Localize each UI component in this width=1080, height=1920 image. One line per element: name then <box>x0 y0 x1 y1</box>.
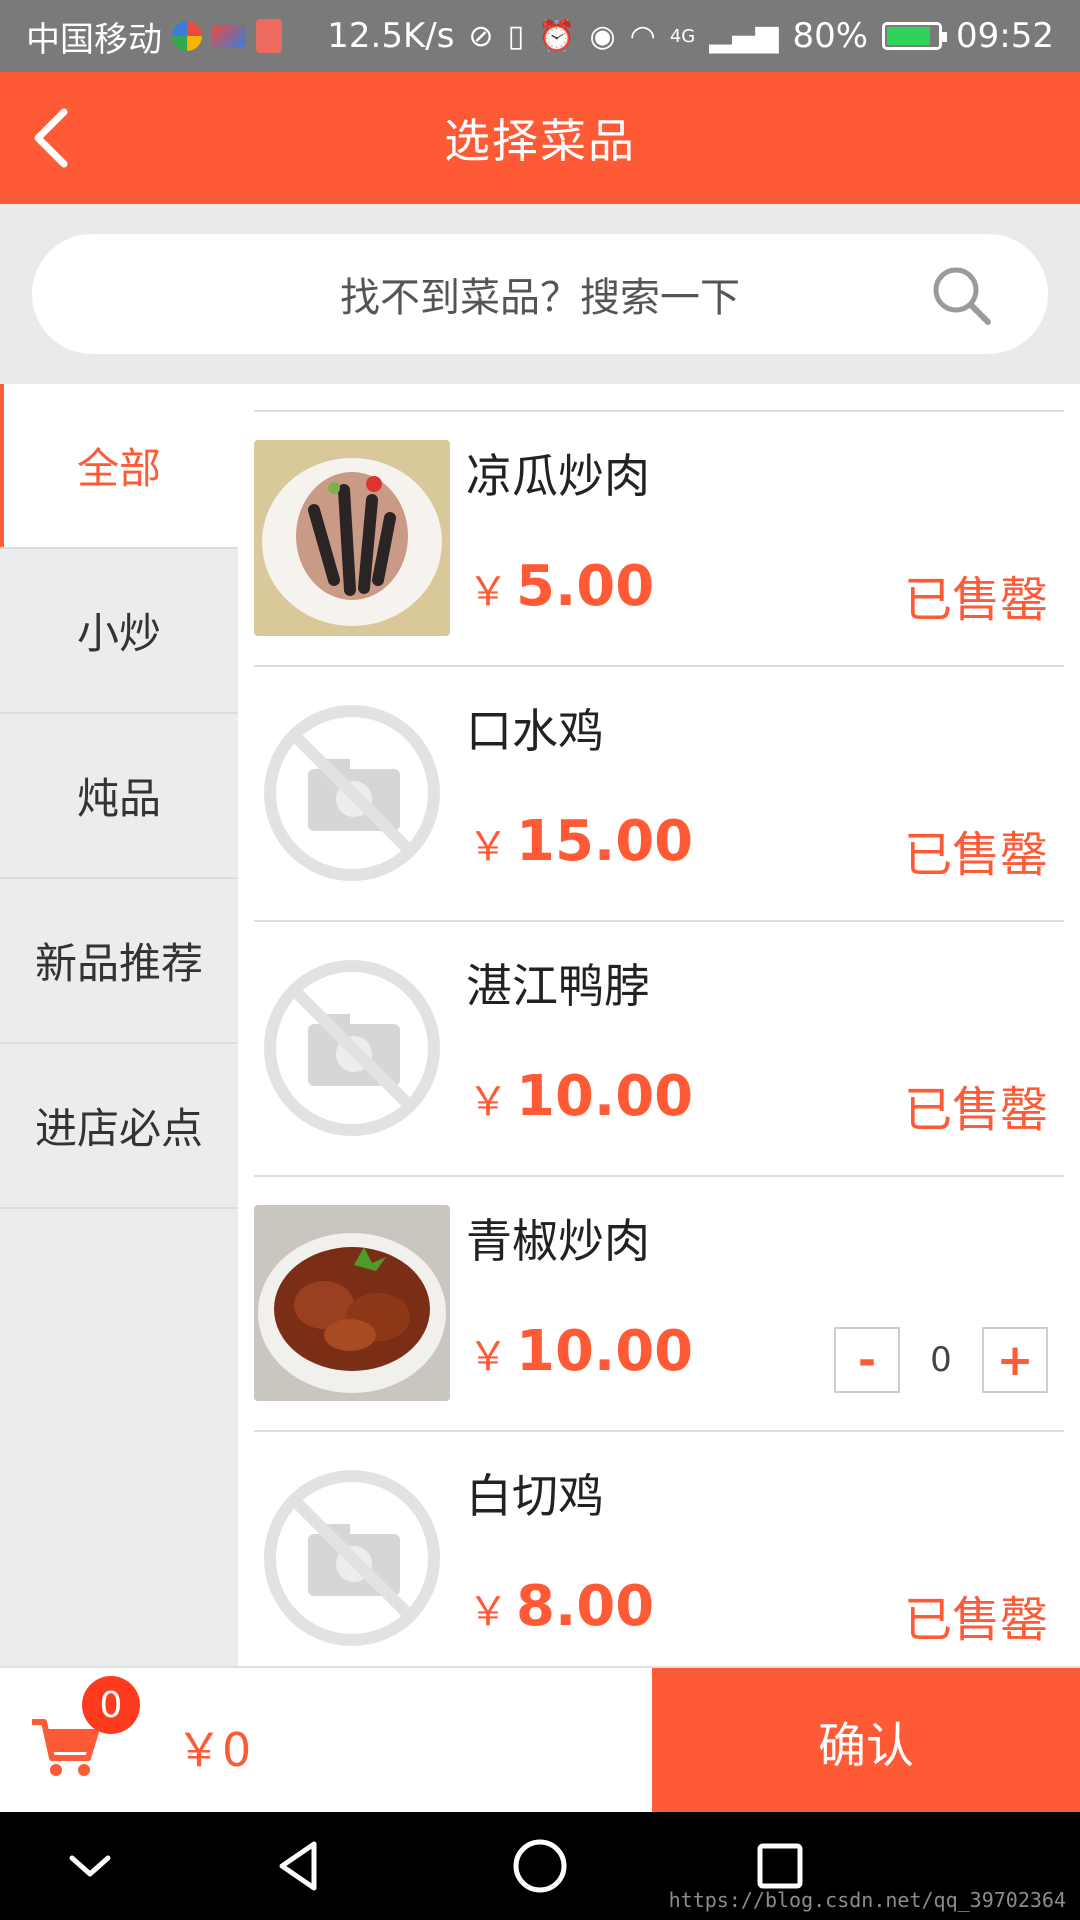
dish-price: ￥ 8.00 <box>468 1574 654 1639</box>
currency-symbol: ￥ <box>468 1589 508 1635</box>
dish-item[interactable]: 凉瓜炒肉 ￥ 5.00 已售罄 <box>254 412 1064 667</box>
dish-price: ￥ 15.00 <box>468 809 693 874</box>
dish-name: 凉瓜炒肉 <box>466 449 650 503</box>
dish-photo <box>254 440 450 636</box>
category-stew[interactable]: 炖品 <box>0 714 238 879</box>
chevron-left-icon <box>34 108 68 168</box>
net-speed: 12.5K/s <box>327 16 455 56</box>
search-placeholder: 找不到菜品？搜索一下 <box>340 275 740 321</box>
category-must-order[interactable]: 进店必点 <box>0 1044 238 1209</box>
dish-price: ￥ 10.00 <box>468 1319 693 1384</box>
price-amount: 10.00 <box>516 1064 694 1129</box>
quantity-value: 0 <box>930 1340 952 1380</box>
dish-photo <box>254 1205 450 1401</box>
chevron-down-icon[interactable] <box>58 1834 122 1898</box>
currency-symbol: ￥ <box>468 1334 508 1380</box>
battery-percent: 80% <box>792 16 869 56</box>
signal-icon: ▂▄▆ <box>709 18 779 54</box>
decrease-button[interactable]: - <box>834 1327 900 1393</box>
price-amount: 5.00 <box>516 554 655 619</box>
dish-name: 白切鸡 <box>466 1469 604 1523</box>
list-divider <box>254 384 1064 412</box>
watermark-text: https://blog.csdn.net/qq_39702364 <box>668 1888 1066 1912</box>
sold-out-label: 已售罄 <box>903 1592 1048 1648</box>
page-title: 选择菜品 <box>444 114 636 168</box>
price-amount: 15.00 <box>516 809 694 874</box>
dish-price: ￥ 10.00 <box>468 1064 693 1129</box>
currency-symbol: ￥ <box>468 1079 508 1125</box>
dish-price: ￥ 5.00 <box>468 554 654 619</box>
data-saver-icon: ⊘ <box>468 18 494 54</box>
currency-symbol: ￥ <box>468 824 508 870</box>
cart-total: ￥0 <box>176 1723 252 1777</box>
clock: 09:52 <box>956 16 1054 56</box>
carrier-label: 中国移动 <box>26 19 162 60</box>
app-notification-icon <box>256 19 282 53</box>
dish-name: 青椒炒肉 <box>466 1214 650 1268</box>
no-image-icon <box>254 1460 450 1656</box>
network-type: 4G <box>669 25 696 47</box>
category-label: 进店必点 <box>34 1104 203 1153</box>
home-circle-icon[interactable] <box>508 1834 572 1898</box>
cart-count-badge: 0 <box>82 1676 140 1734</box>
confirm-button[interactable]: 确认 <box>652 1668 1080 1814</box>
currency-symbol: ￥ <box>468 569 508 615</box>
price-amount: 8.00 <box>516 1574 655 1639</box>
back-triangle-icon[interactable] <box>268 1834 332 1898</box>
status-bar: 中国移动 12.5K/s ⊘ ▯ ⏰ ◉ ◠ 4G ▂▄▆ 80% 09:52 <box>0 0 1080 72</box>
category-new[interactable]: 新品推荐 <box>0 879 238 1044</box>
cart-bar: 0 ￥0 确认 <box>0 1666 1080 1814</box>
alarm-icon: ⏰ <box>538 18 576 54</box>
sold-out-label: 已售罄 <box>903 827 1048 883</box>
dish-name: 湛江鸭脖 <box>466 959 650 1013</box>
search-input[interactable]: 找不到菜品？搜索一下 <box>32 234 1048 354</box>
app-notification-icon <box>172 21 202 51</box>
dish-item[interactable]: 湛江鸭脖 ￥ 10.00 已售罄 <box>254 922 1064 1177</box>
no-image-icon <box>254 950 450 1146</box>
dish-item[interactable]: 青椒炒肉 ￥ 10.00 - 0 + <box>254 1177 1064 1432</box>
category-label: 小炒 <box>76 609 161 658</box>
sold-out-label: 已售罄 <box>903 572 1048 628</box>
title-bar: 选择菜品 <box>0 72 1080 204</box>
search-icon[interactable] <box>930 264 994 328</box>
quantity-stepper: - 0 + <box>834 1327 1048 1393</box>
search-area: 找不到菜品？搜索一下 <box>0 204 1080 384</box>
no-image-icon <box>254 695 450 891</box>
sold-out-label: 已售罄 <box>903 1082 1048 1138</box>
category-sidebar: 全部 小炒 炖品 新品推荐 进店必点 <box>0 384 238 1666</box>
dish-name: 口水鸡 <box>466 704 604 758</box>
category-label: 全部 <box>76 444 161 493</box>
back-button[interactable] <box>22 102 82 174</box>
eye-icon: ◉ <box>589 18 616 54</box>
wifi-icon: ◠ <box>629 18 656 54</box>
price-amount: 10.00 <box>516 1319 694 1384</box>
category-label: 新品推荐 <box>34 939 203 988</box>
vibrate-icon: ▯ <box>507 18 525 54</box>
category-label: 炖品 <box>76 774 161 823</box>
app-notification-icon <box>212 25 246 47</box>
increase-button[interactable]: + <box>982 1327 1048 1393</box>
system-nav-bar: https://blog.csdn.net/qq_39702364 <box>0 1812 1080 1920</box>
dish-item[interactable]: 白切鸡 ￥ 8.00 已售罄 <box>254 1432 1064 1666</box>
category-all[interactable]: 全部 <box>0 384 238 549</box>
dish-list[interactable]: 凉瓜炒肉 ￥ 5.00 已售罄 口水鸡 ￥ 15.00 已售罄 湛江鸭脖 ￥ 1… <box>238 384 1080 1666</box>
dish-item[interactable]: 口水鸡 ￥ 15.00 已售罄 <box>254 667 1064 922</box>
battery-icon <box>882 22 948 50</box>
category-stir-fry[interactable]: 小炒 <box>0 549 238 714</box>
